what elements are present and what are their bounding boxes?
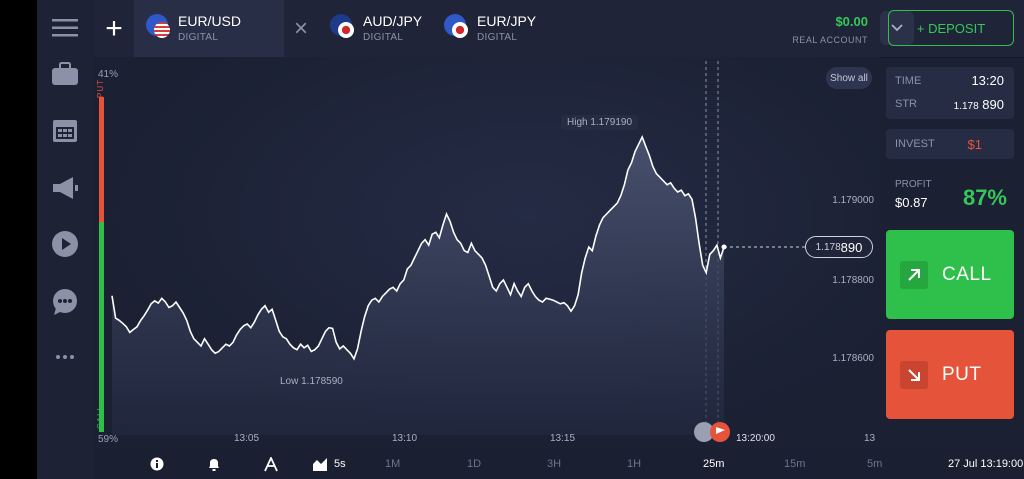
put-label: PUT bbox=[96, 79, 105, 98]
timeframe-5m[interactable]: 5m bbox=[867, 449, 882, 479]
current-price-tail: 890 bbox=[840, 239, 863, 255]
play-icon[interactable] bbox=[51, 230, 79, 258]
deposit-button[interactable]: + DEPOSIT bbox=[888, 10, 1014, 46]
time-tick: 13:05 bbox=[234, 433, 260, 444]
time-label: TIME bbox=[895, 75, 922, 87]
timeframe-5s[interactable]: 5s bbox=[334, 458, 346, 470]
call-button[interactable]: CALL bbox=[886, 230, 1014, 319]
account-type: REAL ACCOUNT bbox=[792, 35, 868, 45]
invest-value: $1 bbox=[967, 137, 982, 152]
asset-type: DIGITAL bbox=[363, 32, 404, 43]
asset-name: EUR/JPY bbox=[477, 13, 537, 29]
strike-value: 1.178 890 bbox=[954, 97, 1004, 112]
invest-label: INVEST bbox=[895, 138, 935, 150]
profit-label: PROFIT bbox=[895, 179, 932, 190]
profit-percentage: 87% bbox=[962, 185, 1007, 210]
timeframe-3h[interactable]: 3H bbox=[547, 449, 561, 479]
flag-icon bbox=[154, 22, 170, 38]
bottom-toolbar: 5s 1M 1D 3H 1H 25m 15m 5m 27 Jul 13:19:0… bbox=[94, 449, 1024, 479]
profit-value: $0.87 bbox=[895, 195, 928, 210]
flag-icon bbox=[452, 22, 468, 38]
megaphone-icon[interactable] bbox=[51, 174, 79, 202]
timeframe-15m[interactable]: 15m bbox=[784, 449, 805, 479]
area-chart-icon bbox=[313, 457, 327, 471]
high-label: High 1.179190 bbox=[561, 115, 639, 130]
price-tick: 1.178600 bbox=[832, 353, 874, 364]
asset-name: AUD/JPY bbox=[363, 13, 423, 29]
price-tick: 1.178800 bbox=[832, 275, 874, 286]
asset-type: DIGITAL bbox=[178, 32, 219, 43]
put-button[interactable]: PUT bbox=[886, 330, 1014, 419]
expiry-time: 13:20:00 bbox=[736, 433, 775, 444]
strike-tail: 890 bbox=[982, 97, 1004, 112]
asset-type: DIGITAL bbox=[477, 32, 518, 43]
chart-type-button[interactable]: 5s bbox=[313, 449, 346, 479]
time-value: 13:20 bbox=[971, 73, 1004, 88]
top-bar: + EUR/USD DIGITAL × AUD/JPY DIGITAL EUR/… bbox=[94, 0, 1024, 58]
portfolio-icon[interactable] bbox=[51, 60, 79, 88]
menu-icon[interactable] bbox=[51, 14, 79, 42]
time-tick: 13:15 bbox=[550, 433, 576, 444]
price-chart[interactable]: 41% PUT CALL 59% Show all 1.179000 1.178… bbox=[94, 57, 880, 449]
calendar-icon[interactable] bbox=[51, 116, 79, 144]
drawing-tool-icon[interactable] bbox=[264, 449, 278, 479]
info-icon[interactable] bbox=[150, 449, 164, 479]
more-icon[interactable] bbox=[51, 343, 79, 371]
account-balance[interactable]: $0.00 REAL ACCOUNT bbox=[792, 14, 868, 45]
left-sidebar bbox=[37, 0, 95, 479]
close-tab-icon[interactable]: × bbox=[284, 0, 318, 57]
invest-box[interactable]: INVEST $1 bbox=[886, 129, 1014, 159]
asset-tab-audjpy[interactable]: AUD/JPY DIGITAL bbox=[322, 0, 434, 57]
strike-label: STR bbox=[895, 98, 917, 110]
current-price-dot bbox=[721, 244, 727, 250]
current-price-badge: 1.178 890 bbox=[805, 236, 873, 258]
balance-amount: $0.00 bbox=[835, 14, 868, 29]
chart-canvas[interactable] bbox=[94, 57, 880, 449]
call-button-label: CALL bbox=[942, 263, 992, 285]
show-all-button[interactable]: Show all bbox=[826, 67, 872, 89]
trade-panel: TIME 13:20 STR 1.178 890 INVEST $1 PROFI… bbox=[880, 57, 1024, 449]
time-tick: 13 bbox=[864, 433, 876, 444]
expiry-time-box[interactable]: TIME 13:20 STR 1.178 890 bbox=[886, 67, 1014, 119]
put-button-label: PUT bbox=[942, 363, 982, 385]
strike-main: 1.178 bbox=[953, 101, 979, 112]
asset-tab-eurjpy[interactable]: EUR/JPY DIGITAL bbox=[434, 0, 546, 57]
add-asset-button[interactable]: + bbox=[94, 0, 134, 57]
chat-icon[interactable] bbox=[51, 288, 79, 316]
timeframe-1m[interactable]: 1M bbox=[385, 449, 400, 479]
low-label: Low 1.178590 bbox=[274, 374, 349, 389]
price-tick: 1.179000 bbox=[832, 195, 874, 206]
current-price-main: 1.178 bbox=[815, 241, 841, 253]
call-label: CALL bbox=[96, 405, 105, 430]
timeframe-1d[interactable]: 1D bbox=[467, 449, 481, 479]
timeframe-1h[interactable]: 1H bbox=[627, 449, 641, 479]
time-tick: 13:10 bbox=[392, 433, 418, 444]
put-sentiment-bar bbox=[99, 97, 104, 222]
flag-icon bbox=[338, 22, 354, 38]
call-percentage: 59% bbox=[98, 434, 119, 445]
asset-tab-eurusd[interactable]: EUR/USD DIGITAL bbox=[134, 0, 284, 57]
call-sentiment-bar bbox=[99, 222, 104, 432]
bell-icon[interactable] bbox=[207, 449, 221, 479]
current-datetime: 27 Jul 13:19:00 bbox=[948, 458, 1024, 470]
arrow-down-right-icon bbox=[900, 360, 928, 389]
timeframe-25m[interactable]: 25m bbox=[703, 449, 724, 479]
price-area bbox=[112, 137, 724, 435]
arrow-up-right-icon bbox=[900, 260, 928, 289]
trading-app: + EUR/USD DIGITAL × AUD/JPY DIGITAL EUR/… bbox=[37, 0, 1024, 479]
asset-name: EUR/USD bbox=[178, 13, 242, 29]
